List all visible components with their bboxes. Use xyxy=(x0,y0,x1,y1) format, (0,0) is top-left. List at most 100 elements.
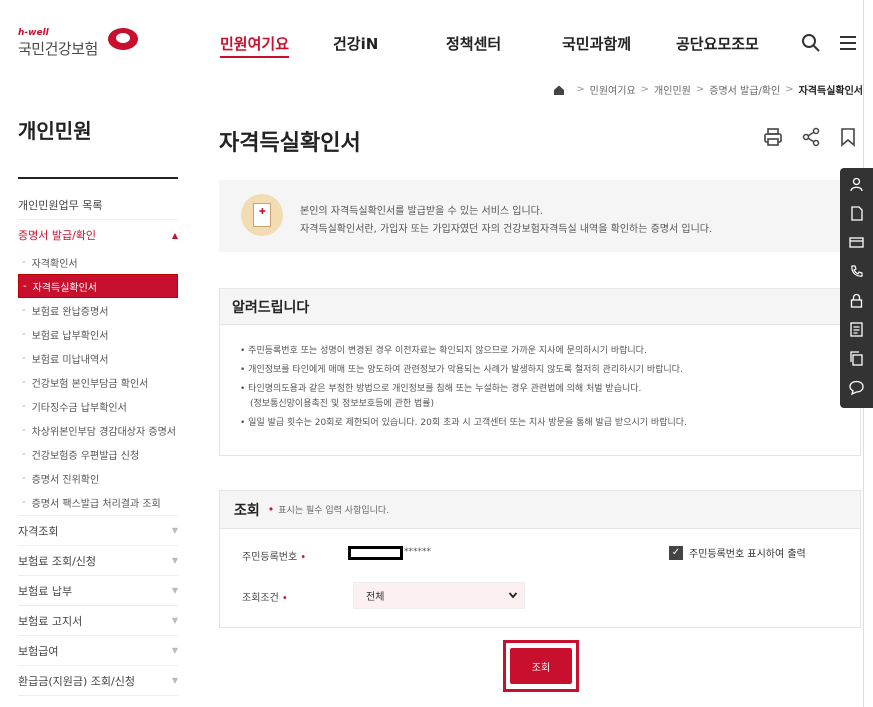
nav-item-minwon[interactable]: 민원여기요 xyxy=(220,33,290,58)
dash-icon: - xyxy=(22,376,26,388)
query-form: 조회 • 표시는 필수 입력 사항입니다. 주민등록번호 • ****** ✓ 주… xyxy=(219,490,861,628)
rrn-masked-value: ****** xyxy=(404,547,431,557)
info-text-1: 본인의 자격득실확인서를 발급받을 수 있는 서비스 입니다. xyxy=(300,206,544,217)
sidebar-subitem[interactable]: - 증명서 진위확인 xyxy=(18,466,178,490)
sidebar-subitem-label: 증명서 진위확인 xyxy=(31,474,100,486)
chevron-down-icon: ▼ xyxy=(171,676,178,685)
sidebar-subitem[interactable]: - 기타징수금 납부확인서 xyxy=(18,394,178,418)
nav-item-health-in[interactable]: 건강iN xyxy=(333,33,378,54)
breadcrumb-item[interactable]: 민원여기요 xyxy=(590,82,636,97)
sidebar-subitem[interactable]: - 보험료 완납증명서 xyxy=(18,298,178,322)
sidebar-subitem[interactable]: - 증명서 팩스발급 처리결과 조회 xyxy=(18,490,178,516)
sidebar-group-certificate[interactable]: 증명서 발급/확인 ▲ xyxy=(18,220,178,250)
sidebar-item-label: 보험료 조회/신청 xyxy=(18,554,97,568)
breadcrumb-separator: > xyxy=(695,84,705,95)
form-icon[interactable] xyxy=(848,321,865,338)
chevron-down-icon xyxy=(508,592,518,599)
sidebar-item-label: 개인민원업무 목록 xyxy=(18,198,103,212)
document-icon: ✚ xyxy=(253,203,271,227)
sidebar-subitem[interactable]: - 건강보험증 우편발급 신청 xyxy=(18,442,178,466)
breadcrumb-current: 자격득실확인서 xyxy=(798,86,863,97)
breadcrumb-item[interactable]: 증명서 발급/확인 xyxy=(709,82,780,97)
dash-icon: - xyxy=(23,280,27,292)
sidebar-group[interactable]: 보험급여 ▼ xyxy=(18,636,178,666)
rrn-display-checkbox[interactable]: ✓ 주민등록번호 표시하여 출력 xyxy=(669,545,806,560)
chevron-down-icon: ▼ xyxy=(171,616,178,625)
nav-item-with-people[interactable]: 국민과함께 xyxy=(562,33,631,54)
required-mark: • xyxy=(300,552,307,563)
sidebar-item-minwon-list[interactable]: 개인민원업무 목록 xyxy=(18,190,178,220)
query-submit-button[interactable]: 조회 xyxy=(510,648,572,684)
search-icon[interactable] xyxy=(800,32,822,54)
notice-item: • 개인정보를 타인에게 매매 또는 양도하여 관련정보가 악용되는 사례가 발… xyxy=(240,365,683,375)
notice-list: • 주민등록번호 또는 성명이 변경된 경우 이전자료는 확인되지 않으므로 가… xyxy=(240,344,850,431)
sidebar-item-label: 환급금(지원금) 조회/신청 xyxy=(18,674,135,688)
nav-item-about[interactable]: 공단요모조모 xyxy=(676,33,759,54)
card-icon[interactable] xyxy=(848,234,865,251)
sidebar-subitem[interactable]: - 보험료 미납내역서 xyxy=(18,346,178,370)
sidebar-item-label: 보험료 고지서 xyxy=(18,614,83,628)
sidebar-menu: 개인민원업무 목록 증명서 발급/확인 ▲ - 자격확인서 - 자격득실확인서 -보… xyxy=(18,190,178,696)
sidebar-group[interactable]: 보험료 조회/신청 ▼ xyxy=(18,546,178,576)
sidebar-subitem[interactable]: - 차상위본인부담 경감대상자 증명서 xyxy=(18,418,178,442)
sidebar-subitem-label: 자격득실확인서 xyxy=(32,282,98,294)
rrn-label: 주민등록번호 • xyxy=(242,548,306,563)
sidebar-subitem-label: 보험료 완납증명서 xyxy=(31,306,109,318)
nav-item-policy-center[interactable]: 정책센터 xyxy=(446,33,501,54)
notice-title: 알려드립니다 xyxy=(220,289,860,325)
required-note: 표시는 필수 입력 사항입니다. xyxy=(278,506,390,516)
sidebar: 개인민원 개인민원업무 목록 증명서 발급/확인 ▲ - 자격확인서 - 자격득실확… xyxy=(18,115,178,696)
sidebar-group[interactable]: 자격조회 ▼ xyxy=(18,516,178,546)
sidebar-subitem[interactable]: - 건강보험 본인부담금 확인서 xyxy=(18,370,178,394)
plus-mark-icon: ✚ xyxy=(259,207,266,216)
print-icon[interactable] xyxy=(762,126,784,148)
sidebar-subitem[interactable]: - 자격확인서 xyxy=(18,250,178,274)
sidebar-subitem-label: 건강보험 본인부담금 확인서 xyxy=(31,378,149,390)
copy-icon[interactable] xyxy=(848,350,865,367)
sidebar-group[interactable]: 보험료 납부 ▼ xyxy=(18,576,178,606)
breadcrumb-separator: > xyxy=(640,84,650,95)
sidebar-title: 개인민원 xyxy=(18,119,92,143)
dash-icon: - xyxy=(22,472,26,484)
sidebar-item-label: 보험급여 xyxy=(18,644,59,658)
dash-icon: - xyxy=(22,497,26,508)
document-icon[interactable] xyxy=(848,205,865,222)
notice-subitem: (정보통신망이용촉진 및 정보보호등에 관한 법률) xyxy=(250,399,435,409)
checkbox-checked-icon[interactable]: ✓ xyxy=(669,545,683,560)
rrn-label-text: 주민등록번호 xyxy=(242,552,298,563)
chevron-up-icon: ▲ xyxy=(171,230,178,240)
sidebar-group[interactable]: 보험료 고지서 ▼ xyxy=(18,606,178,636)
checkbox-label: 주민등록번호 표시하여 출력 xyxy=(689,549,806,560)
breadcrumb-separator: > xyxy=(576,84,585,95)
breadcrumb-item[interactable]: 개인민원 xyxy=(654,82,691,97)
phone-icon[interactable] xyxy=(848,263,865,280)
lock-icon[interactable] xyxy=(848,292,865,309)
sidebar-subitem-label: 보험료 납부확인서 xyxy=(31,330,109,342)
sidebar-subitem-active[interactable]: - 자격득실확인서 xyxy=(18,274,178,298)
service-info-box: ✚ 본인의 자격득실확인서를 발급받을 수 있는 서비스 입니다. 자격득실확인… xyxy=(219,180,861,252)
required-mark: • xyxy=(281,593,288,604)
dash-icon: - xyxy=(22,328,26,340)
user-icon[interactable] xyxy=(848,176,865,193)
quick-menu xyxy=(840,168,873,408)
notice-item: • 일일 발급 횟수는 20회로 제한되어 있습니다. 20회 초과 시 고객센… xyxy=(240,418,687,428)
header: h-well 국민건강보험 민원여기요 건강iN 정책센터 국민과함께 공단요모… xyxy=(0,0,873,80)
breadcrumb: > 민원여기요 > 개인민원 > 증명서 발급/확인 > 자격득실확인서 xyxy=(553,82,863,97)
sidebar-subitem[interactable]: - 보험료 납부확인서 xyxy=(18,322,178,346)
sidebar-subitem-label: 자격확인서 xyxy=(31,258,78,270)
share-icon[interactable] xyxy=(800,126,822,148)
site-logo[interactable]: h-well 국민건강보험 xyxy=(18,24,138,64)
menu-icon[interactable] xyxy=(837,32,859,54)
required-mark: • xyxy=(267,503,275,516)
sidebar-subitem-label: 기타징수금 납부확인서 xyxy=(31,402,127,414)
condition-select[interactable]: 전체 xyxy=(353,582,525,609)
chat-icon[interactable] xyxy=(848,379,865,396)
sidebar-subitem-label: 차상위본인부담 경감대상자 증명서 xyxy=(31,426,176,438)
page-title: 자격득실확인서 xyxy=(219,131,361,156)
bookmark-icon[interactable] xyxy=(837,126,859,148)
sidebar-group[interactable]: 환급금(지원금) 조회/신청 ▼ xyxy=(18,666,178,696)
home-icon[interactable] xyxy=(553,84,565,96)
query-header: 조회 • 표시는 필수 입력 사항입니다. xyxy=(220,491,860,529)
chevron-down-icon: ▼ xyxy=(171,586,178,595)
logo-text: 국민건강보험 xyxy=(18,40,98,58)
